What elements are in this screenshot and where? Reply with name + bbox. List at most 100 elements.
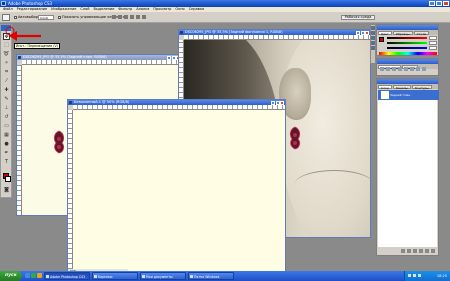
color-balance-icon[interactable]	[416, 67, 420, 71]
document-window-front[interactable]: Безымянный-1 @ 50% (RGB/8) 50%	[67, 99, 286, 274]
green-value-field[interactable]	[429, 41, 437, 45]
app-title-bar: Adobe Photoshop CS3	[0, 0, 450, 7]
new-layer-icon[interactable]	[425, 249, 429, 253]
gradient-tool-icon[interactable]: ▦	[3, 132, 10, 139]
photoshop-icon	[1, 1, 6, 6]
move-tool-preset-icon[interactable]	[2, 14, 10, 21]
maximize-icon[interactable]	[275, 100, 280, 105]
levels-icon[interactable]	[386, 67, 390, 71]
history-brush-tool-icon[interactable]: ↺	[3, 114, 10, 121]
document-canvas[interactable]	[73, 110, 285, 273]
tab-channels[interactable]: Каналы	[392, 84, 411, 90]
tab-color[interactable]: Цвет	[378, 30, 392, 36]
quick-mask-icon[interactable]: ◙	[3, 187, 10, 194]
align-left-icon[interactable]	[130, 15, 134, 19]
maximize-icon[interactable]	[171, 55, 176, 60]
background-color-swatch[interactable]	[5, 176, 11, 182]
show-controls-checkbox[interactable]	[58, 15, 61, 19]
annotation-arrow	[5, 26, 41, 41]
volume-icon[interactable]	[418, 274, 421, 277]
window-controls	[429, 1, 449, 6]
taskbar-button-photoshop[interactable]: Adobe Photoshop CS3	[44, 272, 90, 280]
eraser-tool-icon[interactable]: ▭	[3, 123, 10, 130]
workspace-button[interactable]: Рабочая среда	[341, 15, 375, 20]
document-title: DSC06295_JPG @ 33,3% (Задний фон/копия 1…	[185, 30, 283, 34]
actions-panel-icon[interactable]	[371, 31, 375, 35]
history-panel-icon[interactable]	[371, 26, 375, 30]
bw-icon[interactable]	[422, 67, 426, 71]
tray-icon[interactable]	[408, 274, 411, 277]
maximize-icon[interactable]	[436, 1, 442, 6]
marquee-tool-icon[interactable]: ⬚	[3, 42, 10, 49]
minimize-icon[interactable]	[167, 55, 171, 60]
browser-icon[interactable]	[31, 273, 36, 278]
autoselect-option[interactable]: Автовыбор:	[14, 15, 39, 19]
color-panel-tabs: Цвет Образцы Стили	[377, 30, 438, 36]
brushes-panel-icon[interactable]	[371, 46, 375, 50]
folder-icon	[94, 275, 97, 278]
new-group-icon[interactable]	[419, 249, 423, 253]
close-icon[interactable]	[280, 100, 284, 105]
navigator-panel-icon[interactable]	[371, 36, 375, 40]
stamp-tool-icon[interactable]: ⊥	[3, 105, 10, 112]
red-value-field[interactable]	[429, 36, 437, 40]
blue-slider[interactable]	[387, 47, 427, 49]
document-title: DSC06295_JPG @ 33,3% (Задний план, RGB/8…	[23, 55, 107, 59]
brightness-icon[interactable]	[380, 67, 384, 71]
close-icon[interactable]	[365, 30, 369, 35]
red-slider[interactable]	[387, 37, 427, 39]
taskbar-button-folder[interactable]: Кирпичи	[92, 272, 138, 280]
mask-icon[interactable]	[413, 249, 417, 253]
crop-tool-icon[interactable]: ⌗	[3, 69, 10, 76]
minimize-icon[interactable]	[271, 100, 275, 105]
info-panel-icon[interactable]	[371, 41, 375, 45]
color-spectrum[interactable]	[379, 52, 437, 55]
foreground-color-swatch[interactable]	[379, 37, 384, 42]
pen-tool-icon[interactable]: ✒	[3, 150, 10, 157]
app-title: Adobe Photoshop CS3	[8, 1, 53, 6]
document-icon	[180, 31, 183, 34]
align-center-icon[interactable]	[136, 15, 140, 19]
align-top-icon[interactable]	[112, 15, 116, 19]
tab-paths[interactable]: Контуры	[411, 84, 432, 90]
align-right-icon[interactable]	[142, 15, 146, 19]
curves-icon[interactable]	[392, 67, 396, 71]
exposure-icon[interactable]	[398, 67, 402, 71]
healing-brush-tool-icon[interactable]: ✚	[3, 87, 10, 94]
dodge-tool-icon[interactable]: ●	[3, 141, 10, 148]
vibrance-icon[interactable]	[404, 67, 408, 71]
trash-icon[interactable]	[431, 249, 435, 253]
lasso-tool-icon[interactable]: ➰	[3, 51, 10, 58]
tab-layers[interactable]: Слои	[378, 84, 392, 90]
brush-tool-icon[interactable]: ✎	[3, 96, 10, 103]
media-icon[interactable]	[37, 273, 42, 278]
layer-thumbnail	[381, 91, 389, 99]
layer-row[interactable]: Задний план	[378, 90, 439, 100]
tray-icon[interactable]	[413, 274, 416, 277]
tab-swatches[interactable]: Образцы	[392, 30, 413, 36]
taskbar-button-window[interactable]: Пятно Windows	[188, 272, 234, 280]
type-tool-icon[interactable]: T	[3, 159, 10, 166]
adjustments-panel: Коррекция Маски	[376, 58, 439, 76]
close-icon[interactable]	[443, 1, 449, 6]
align-bottom-icon[interactable]	[124, 15, 128, 19]
layer-style-icon[interactable]	[407, 249, 411, 253]
magic-wand-tool-icon[interactable]: ✧	[3, 60, 10, 67]
autoselect-checkbox[interactable]	[14, 15, 17, 19]
link-layers-icon[interactable]	[401, 249, 405, 253]
desktop-icon[interactable]	[25, 273, 30, 278]
toolbox: ✥ ⬚ ➰ ✧ ⌗ ⁄ ✚ ✎ ⊥ ↺ ▭ ▦ ● ✒ T ◙	[0, 24, 12, 198]
align-middle-icon[interactable]	[118, 15, 122, 19]
maximize-icon[interactable]	[360, 30, 365, 35]
hue-icon[interactable]	[410, 67, 414, 71]
taskbar-button-documents[interactable]: Мои документы	[140, 272, 186, 280]
eyedropper-tool-icon[interactable]: ⁄	[3, 78, 10, 85]
minimize-icon[interactable]	[356, 30, 360, 35]
tab-styles[interactable]: Стили	[413, 30, 430, 36]
green-slider[interactable]	[387, 42, 427, 44]
minimize-icon[interactable]	[429, 1, 435, 6]
autoselect-dropdown[interactable]: Слой	[38, 15, 54, 20]
start-button[interactable]: пуск	[0, 271, 22, 281]
blue-value-field[interactable]	[429, 46, 437, 50]
autoselect-label: Автовыбор:	[18, 15, 40, 19]
